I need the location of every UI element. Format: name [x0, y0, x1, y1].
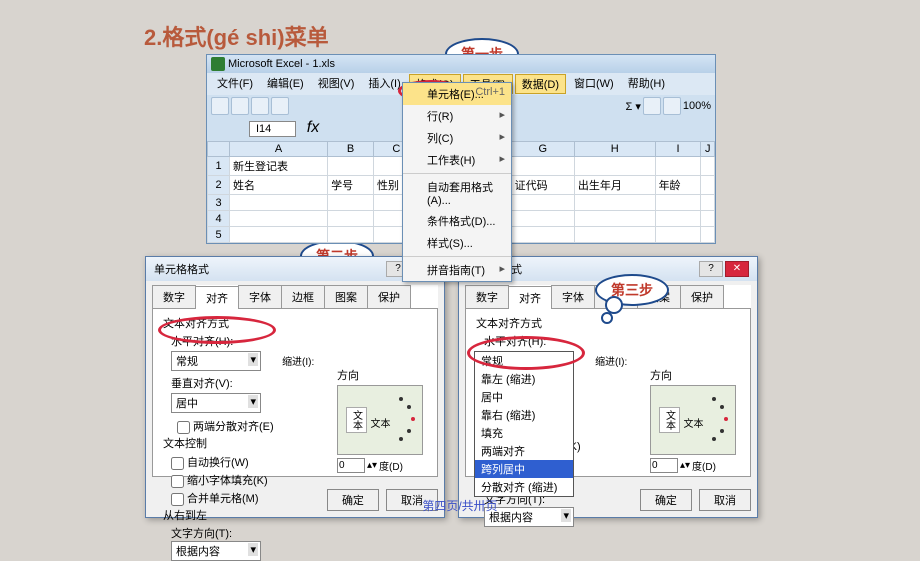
h-align-combo[interactable]: 常规	[171, 351, 261, 371]
excel-titlebar: Microsoft Excel - 1.xls	[207, 55, 715, 73]
indent-label: 缩进(I):	[595, 357, 627, 368]
menu-item-conditional[interactable]: 条件格式(D)...	[403, 210, 511, 232]
menu-item-style[interactable]: 样式(S)...	[403, 232, 511, 254]
tool-new-icon[interactable]	[211, 97, 229, 115]
dir-combo[interactable]: 根据内容	[171, 541, 261, 561]
shrink-checkbox[interactable]	[171, 475, 184, 488]
help-icon[interactable]: ?	[699, 261, 723, 277]
menu-help[interactable]: 帮助(H)	[622, 74, 671, 94]
menu-window[interactable]: 窗口(W)	[568, 74, 620, 94]
menu-item-sheet[interactable]: 工作表(H)	[403, 149, 511, 171]
tool-sort-icon[interactable]	[643, 97, 661, 115]
format-dropdown-menu[interactable]: 单元格(E)...Ctrl+1 行(R) 列(C) 工作表(H) 自动套用格式(…	[402, 82, 512, 282]
dialog-tabs[interactable]: 数字 对齐 字体 边框 图案 保护	[152, 285, 438, 309]
orientation-group: 方向 文本 文本 ▴▾度(D)	[337, 367, 423, 473]
menu-item-column[interactable]: 列(C)	[403, 127, 511, 149]
menu-edit[interactable]: 编辑(E)	[261, 74, 310, 94]
tool-save-icon[interactable]	[251, 97, 269, 115]
degree-input[interactable]	[650, 458, 678, 473]
fx-label[interactable]: fx	[307, 119, 319, 136]
tab-protect[interactable]: 保护	[367, 285, 411, 308]
v-align-combo[interactable]: 居中	[171, 393, 261, 413]
tab-pattern[interactable]: 图案	[324, 285, 368, 308]
excel-title: Microsoft Excel - 1.xls	[228, 58, 335, 70]
format-cells-dialog-1: 单元格格式 ?✕ 数字 对齐 字体 边框 图案 保护 文本对齐方式 水平对齐(H…	[145, 256, 445, 518]
menu-item-autoformat[interactable]: 自动套用格式(A)...	[403, 176, 511, 210]
degree-input[interactable]	[337, 458, 365, 473]
tab-alignment[interactable]: 对齐	[195, 286, 239, 309]
name-box[interactable]: I14	[249, 121, 296, 137]
tool-print-icon[interactable]	[271, 97, 289, 115]
close-icon[interactable]: ✕	[725, 261, 749, 277]
menu-view[interactable]: 视图(V)	[312, 74, 361, 94]
tab-protect[interactable]: 保护	[680, 285, 724, 308]
orientation-box[interactable]: 文本 文本	[337, 385, 423, 455]
page-footer: 第四页/共卅页	[0, 497, 920, 514]
sigma-icon[interactable]: Σ ▾	[625, 100, 640, 113]
orientation-box[interactable]: 文本 文本	[650, 385, 736, 455]
menu-file[interactable]: 文件(F)	[211, 74, 259, 94]
zoom-value[interactable]: 100%	[683, 100, 711, 112]
tab-alignment[interactable]: 对齐	[508, 286, 552, 309]
list-item[interactable]: 靠左 (缩进)	[475, 370, 573, 388]
justify-checkbox[interactable]	[177, 421, 190, 434]
menu-item-cells[interactable]: 单元格(E)...Ctrl+1	[403, 83, 511, 105]
list-item[interactable]: 两端对齐	[475, 442, 573, 460]
list-item[interactable]: 居中	[475, 388, 573, 406]
wrap-checkbox[interactable]	[171, 457, 184, 470]
callout-step-3: 第三步	[595, 274, 669, 306]
tab-number[interactable]: 数字	[465, 285, 509, 308]
list-item-selected[interactable]: 跨列居中	[475, 460, 573, 478]
dialog-title: 单元格格式	[154, 261, 209, 277]
indent-label: 缩进(I):	[282, 357, 314, 368]
list-item[interactable]: 靠右 (缩进)	[475, 406, 573, 424]
list-item[interactable]: 填充	[475, 424, 573, 442]
menu-data[interactable]: 数据(D)	[515, 74, 566, 94]
tab-border[interactable]: 边框	[281, 285, 325, 308]
list-item[interactable]: 分散对齐 (缩进)	[475, 478, 573, 496]
highlight-oval-2	[158, 316, 276, 344]
slide-title: 2.格式(gé shi)菜单	[144, 20, 329, 52]
tab-font[interactable]: 字体	[238, 285, 282, 308]
menu-item-phonetic[interactable]: 拼音指南(T)	[403, 259, 511, 281]
tab-number[interactable]: 数字	[152, 285, 196, 308]
excel-icon	[211, 57, 225, 71]
dir-label: 文字方向(T):	[171, 528, 232, 540]
tool-chart-icon[interactable]	[663, 97, 681, 115]
menu-item-row[interactable]: 行(R)	[403, 105, 511, 127]
highlight-oval-3	[467, 336, 585, 370]
orientation-group: 方向 文本 文本 ▴▾度(D)	[650, 367, 736, 473]
tab-font[interactable]: 字体	[551, 285, 595, 308]
tool-open-icon[interactable]	[231, 97, 249, 115]
h-align-dropdown-list[interactable]: 常规 靠左 (缩进) 居中 靠右 (缩进) 填充 两端对齐 跨列居中 分散对齐 …	[474, 351, 574, 497]
